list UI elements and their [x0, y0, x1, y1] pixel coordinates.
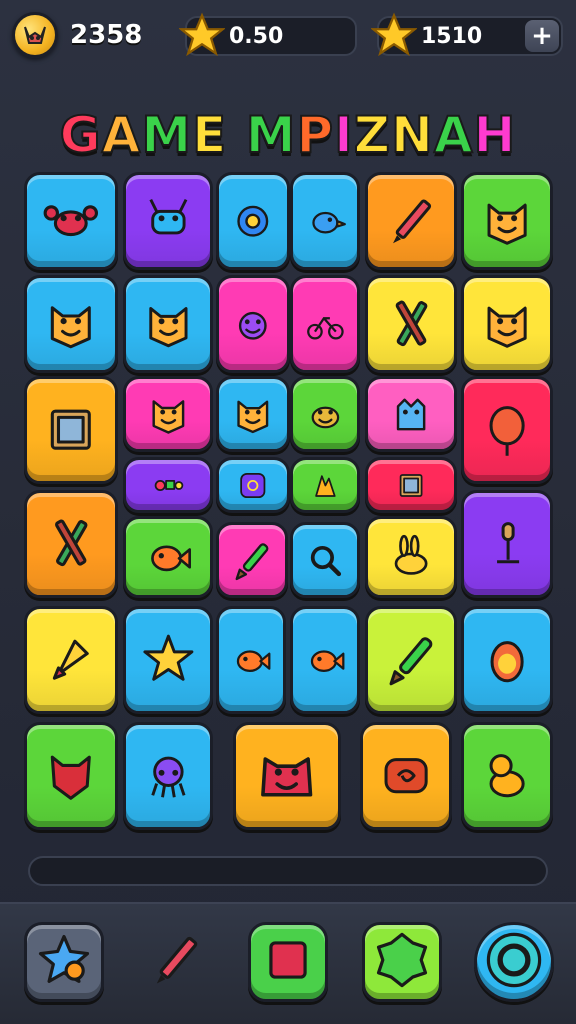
- game-tile[interactable]: [24, 606, 118, 714]
- game-tile[interactable]: [24, 376, 118, 484]
- game-tile[interactable]: [216, 376, 290, 452]
- bicycle-icon: [293, 278, 357, 370]
- toolbar-button-target-ring[interactable]: [474, 922, 554, 1002]
- game-tile[interactable]: [365, 457, 457, 513]
- sculpture-icon: [293, 460, 357, 510]
- rocket-icon: [27, 609, 115, 711]
- red-square-icon: [256, 928, 320, 996]
- game-tile[interactable]: [216, 457, 290, 513]
- game-tile[interactable]: [123, 172, 213, 270]
- game-tile[interactable]: [461, 275, 553, 373]
- crossed-pencils-icon: [368, 278, 454, 370]
- mixed-shapes-icon: [126, 460, 210, 510]
- game-tile[interactable]: [365, 275, 457, 373]
- toolbar-button-pencil[interactable]: [136, 922, 216, 1002]
- egg-icon: [464, 609, 550, 711]
- game-tile[interactable]: [365, 606, 457, 714]
- balloon-icon: [464, 379, 550, 481]
- game-tile[interactable]: [123, 606, 213, 714]
- progress-bar: [28, 856, 548, 886]
- fish-icon: [219, 609, 283, 711]
- octopus-icon: [126, 725, 210, 827]
- target-ring-icon: [482, 928, 546, 996]
- game-tile[interactable]: [123, 376, 213, 452]
- star-shape-icon: [32, 928, 96, 996]
- game-tile[interactable]: [461, 722, 553, 830]
- game-tile[interactable]: [24, 722, 118, 830]
- toolbar-button-green-gem[interactable]: [362, 922, 442, 1002]
- game-tile[interactable]: [461, 490, 553, 598]
- game-tile[interactable]: [290, 522, 360, 598]
- game-tile[interactable]: [123, 516, 213, 598]
- microphone-icon: [464, 493, 550, 595]
- swirl-icon: [219, 460, 287, 510]
- game-tile[interactable]: [365, 172, 457, 270]
- crab-icon: [27, 175, 115, 267]
- game-tile[interactable]: [123, 457, 213, 513]
- bunny-icon: [368, 519, 454, 595]
- crossed-sticks-icon: [27, 493, 115, 595]
- blob-face-icon: [126, 379, 210, 449]
- spiky-creature-icon: [27, 278, 115, 370]
- game-tile[interactable]: [123, 275, 213, 373]
- cat-face-icon: [464, 175, 550, 267]
- game-tile[interactable]: [461, 376, 553, 484]
- frame-icon: [27, 379, 115, 481]
- star-face-icon: [126, 278, 210, 370]
- snail-icon: [363, 725, 449, 827]
- bug-monster-icon: [126, 175, 210, 267]
- star-icon: [126, 609, 210, 711]
- bottom-toolbar: [0, 902, 576, 1024]
- game-tile[interactable]: [290, 606, 360, 714]
- paintbrush-icon: [368, 609, 454, 711]
- game-tile[interactable]: [216, 172, 290, 270]
- red-monster-icon: [236, 725, 338, 827]
- fish-icon: [293, 609, 357, 711]
- green-gem-icon: [370, 928, 434, 996]
- toolbar-button-red-square[interactable]: [248, 922, 328, 1002]
- game-tile[interactable]: [24, 275, 118, 373]
- game-tile[interactable]: [216, 606, 286, 714]
- game-tile[interactable]: [461, 606, 553, 714]
- frog-icon: [293, 379, 357, 449]
- game-tile[interactable]: [216, 275, 290, 373]
- purple-monster-icon: [219, 278, 287, 370]
- bird-icon: [293, 175, 357, 267]
- game-tile[interactable]: [290, 457, 360, 513]
- game-tile[interactable]: [24, 490, 118, 598]
- game-tile[interactable]: [365, 516, 457, 598]
- game-tile[interactable]: [233, 722, 341, 830]
- game-tile[interactable]: [290, 275, 360, 373]
- paintbrush-icon: [219, 525, 285, 595]
- game-tile[interactable]: [24, 172, 118, 270]
- game-tile[interactable]: [290, 376, 360, 452]
- flower-icon: [219, 175, 287, 267]
- toolbar-button-star-shape[interactable]: [24, 922, 104, 1002]
- magnifier-icon: [293, 525, 357, 595]
- game-tile[interactable]: [461, 172, 553, 270]
- game-tile[interactable]: [290, 172, 360, 270]
- pencil-icon: [144, 928, 208, 996]
- frame-icon: [368, 460, 454, 510]
- pencil-icon: [368, 175, 454, 267]
- game-tile[interactable]: [123, 722, 213, 830]
- ghost-cat-icon: [368, 379, 454, 449]
- game-tile[interactable]: [365, 376, 457, 452]
- game-tile[interactable]: [216, 522, 288, 598]
- demon-mask-icon: [27, 725, 115, 827]
- cat-face-icon: [219, 379, 287, 449]
- cat-icon: [464, 725, 550, 827]
- fish-icon: [126, 519, 210, 595]
- cat-face-icon: [464, 278, 550, 370]
- game-tile[interactable]: [360, 722, 452, 830]
